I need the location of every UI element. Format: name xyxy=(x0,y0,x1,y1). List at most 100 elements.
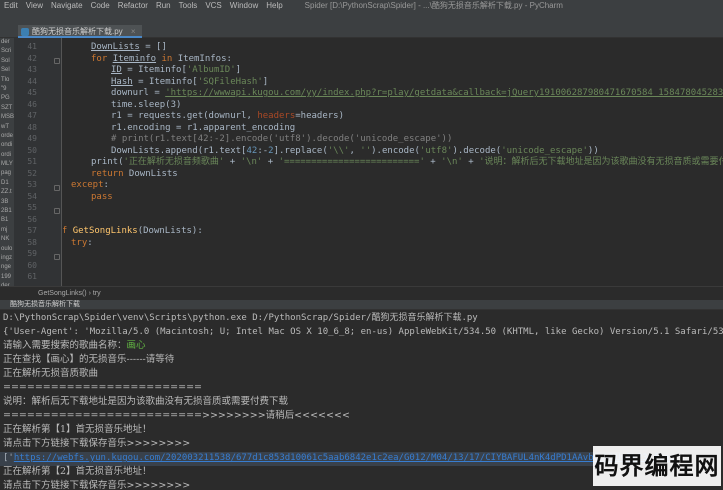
tree-item[interactable]: oulo xyxy=(0,245,14,254)
code-token: DownLists.append(r1.text[ xyxy=(111,145,247,156)
code-line-49: # print(r1.text[42:-2].encode('utf8').de… xyxy=(111,134,453,144)
code-line-48: r1.encoding = r1.apparent_encoding xyxy=(111,122,296,133)
line-number: 48 xyxy=(27,122,37,132)
tree-item[interactable]: 199 xyxy=(0,273,14,282)
line-number: 46 xyxy=(27,99,37,109)
menu-window[interactable]: Window xyxy=(230,1,258,10)
line-number-gutter: 41 42 43 44 45 46 47 48 49 50 51 52 53 5… xyxy=(14,38,62,286)
run-tool-tab[interactable]: 酷狗无损音乐解析下载 xyxy=(0,300,723,310)
code-token: in xyxy=(161,53,173,64)
line-number: 57 xyxy=(27,226,37,235)
code-url[interactable]: 'https://wwwapi.kugou.com/yy/index.php?r… xyxy=(165,88,723,98)
tree-item[interactable]: ingz xyxy=(0,254,14,263)
menu-view[interactable]: View xyxy=(26,1,43,10)
tree-item[interactable]: ordi xyxy=(0,151,14,160)
tree-item[interactable]: MSB xyxy=(0,113,14,122)
code-token: = [] xyxy=(139,42,167,52)
fold-marker-icon[interactable] xyxy=(54,185,60,191)
menu-code[interactable]: Code xyxy=(91,1,110,10)
code-token: r1 = requests.get(downurl, xyxy=(111,111,258,121)
tab-kugou-script[interactable]: 酷狗无损音乐解析下载.py × xyxy=(18,25,142,38)
tree-item[interactable]: pag xyxy=(0,169,14,178)
tree-item[interactable]: "9 xyxy=(0,85,14,94)
code-line-57: def GetSongLinks(DownLists): xyxy=(63,226,203,238)
python-file-icon xyxy=(21,28,29,36)
line-number: 44 xyxy=(27,76,37,86)
code-line-52: return DownLists xyxy=(91,169,178,181)
console-line: 请点击下方链接下载保存音乐>>>>>>>> xyxy=(3,438,191,449)
tree-item[interactable]: 3B xyxy=(0,198,14,207)
code-line-53: except: xyxy=(71,180,109,192)
window-title: Spider [D:\PythonScrap\Spider] - ...\酷狗无… xyxy=(304,1,563,10)
code-editor[interactable]: DownLists = [] for Iteminfo in ItemInfos… xyxy=(63,38,723,286)
line-number: 54 xyxy=(27,191,37,201)
console-line: 请点击下方链接下载保存音乐>>>>>>>> xyxy=(3,480,191,490)
code-token: Iteminfo xyxy=(112,53,157,64)
code-token: + xyxy=(224,157,241,167)
code-token: + xyxy=(424,157,442,167)
code-token: = Iteminfo[ xyxy=(132,76,198,87)
code-token: '\\' xyxy=(327,145,350,156)
menu-edit[interactable]: Edit xyxy=(4,1,18,10)
close-icon[interactable]: × xyxy=(131,27,136,36)
line-number: 55 xyxy=(27,203,37,212)
tree-item[interactable]: mj xyxy=(0,226,14,235)
menu-refactor[interactable]: Refactor xyxy=(118,1,148,10)
menu-vcs[interactable]: VCS xyxy=(205,1,221,10)
console-line: 正在解析无损音质歌曲 xyxy=(3,368,99,379)
tree-item[interactable]: nge xyxy=(0,263,14,272)
tree-item[interactable]: Sel xyxy=(0,66,14,75)
console-line: ========================= xyxy=(3,382,202,393)
code-token: ).encode( xyxy=(371,145,420,156)
tree-item[interactable]: ondi xyxy=(0,141,14,150)
fold-marker-icon[interactable] xyxy=(54,254,60,260)
code-token: ).decode( xyxy=(452,145,502,156)
code-token: return xyxy=(91,168,124,179)
tree-item[interactable]: Tlo xyxy=(0,76,14,85)
code-line-46: time.sleep(3) xyxy=(111,99,182,110)
tree-item[interactable]: 2B1 xyxy=(0,207,14,216)
line-number: 43 xyxy=(27,65,37,74)
tree-item[interactable]: ZZ.t xyxy=(0,188,14,197)
tree-item[interactable]: orde xyxy=(0,132,14,141)
tree-item[interactable]: PG xyxy=(0,94,14,103)
code-line-43: ID = Iteminfo['AlbumID'] xyxy=(111,65,241,77)
tree-item[interactable]: B1 xyxy=(0,216,14,225)
code-token: ].replace( xyxy=(273,145,328,156)
menu-help[interactable]: Help xyxy=(266,1,282,10)
line-number: 45 xyxy=(27,88,37,97)
menu-run[interactable]: Run xyxy=(156,1,171,10)
tree-item[interactable]: Sol xyxy=(0,57,14,66)
code-token: (DownLists): xyxy=(137,226,203,236)
code-token: except xyxy=(71,180,104,190)
tree-item[interactable]: NK xyxy=(0,235,14,244)
breadcrumb[interactable]: GetSongLinks() › try xyxy=(0,286,723,300)
fold-marker-icon[interactable] xyxy=(54,58,60,64)
code-line-51: print('正在解析无损音频歌曲' + '\n' + '===========… xyxy=(91,157,723,169)
tree-item[interactable]: D1 xyxy=(0,179,14,188)
selection-highlight xyxy=(0,452,620,466)
line-number: 53 xyxy=(27,180,37,189)
code-token: DownLists xyxy=(91,42,140,52)
line-number: 60 xyxy=(27,260,37,270)
fold-marker-icon[interactable] xyxy=(54,208,60,214)
tree-item[interactable]: SZT xyxy=(0,104,14,113)
tree-item[interactable]: wT xyxy=(0,123,14,132)
menu-navigate[interactable]: Navigate xyxy=(51,1,83,10)
code-token: ] xyxy=(235,65,242,75)
line-number: 41 xyxy=(27,42,37,51)
code-token: '=========================' xyxy=(278,157,425,167)
code-token: '正在解析无损音频歌曲' xyxy=(123,157,225,167)
menu-tools[interactable]: Tools xyxy=(179,1,198,10)
code-line-45: downurl = 'https://wwwapi.kugou.com/yy/i… xyxy=(111,88,723,100)
console-prompt: 请输入需要搜索的歌曲名称： xyxy=(3,340,127,351)
tab-label: 酷狗无损音乐解析下载.py xyxy=(32,27,123,36)
code-token: = Iteminfo[ xyxy=(121,65,187,75)
tree-item[interactable]: der xyxy=(0,38,14,47)
line-number: 50 xyxy=(27,145,37,155)
tree-item[interactable]: MLY xyxy=(0,160,14,169)
code-token: + xyxy=(462,157,480,167)
console-line: D:\PythonScrap\Spider\venv\Scripts\pytho… xyxy=(3,313,478,323)
tree-item[interactable]: Scri xyxy=(0,47,14,56)
console-line: {'User-Agent': 'Mozilla/5.0 (Macintosh; … xyxy=(3,327,723,337)
